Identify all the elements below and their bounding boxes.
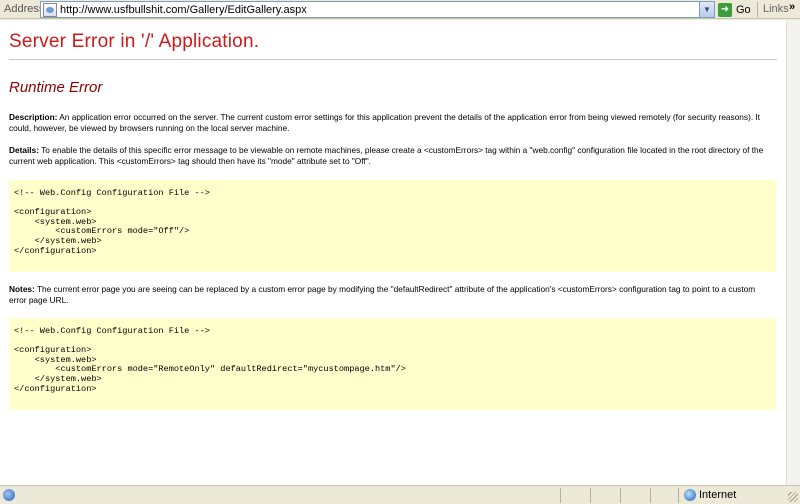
chevron-icon[interactable]: »: [789, 1, 795, 13]
go-label: Go: [736, 3, 751, 16]
toolbar-divider: [757, 2, 758, 17]
notes-paragraph: Notes: The current error page you are se…: [9, 284, 771, 306]
description-label: Description:: [9, 112, 58, 122]
address-label: Address: [4, 3, 45, 15]
go-arrow-icon: ➜: [718, 2, 732, 17]
status-divider: [650, 488, 651, 503]
page-icon: [43, 2, 57, 17]
internet-globe-icon: [684, 489, 696, 501]
status-divider: [678, 488, 679, 503]
page-content: Server Error in '/' Application. Runtime…: [0, 20, 786, 485]
description-text: An application error occurred on the ser…: [9, 112, 761, 133]
vertical-scrollbar[interactable]: [786, 20, 800, 485]
address-bar: Address http://www.usfbullshit.com/Galle…: [0, 0, 800, 19]
description-paragraph: Description: An application error occurr…: [9, 112, 771, 134]
status-divider: [590, 488, 591, 503]
address-input[interactable]: http://www.usfbullshit.com/Gallery/EditG…: [40, 1, 715, 18]
address-url[interactable]: http://www.usfbullshit.com/Gallery/EditG…: [60, 4, 307, 16]
page-subtitle: Runtime Error: [9, 79, 103, 96]
page-title: Server Error in '/' Application.: [9, 31, 260, 52]
page-status-icon: [3, 489, 15, 501]
go-button[interactable]: ➜ Go: [718, 1, 751, 18]
status-divider: [560, 488, 561, 503]
details-label: Details:: [9, 145, 39, 155]
status-divider: [620, 488, 621, 503]
details-paragraph: Details: To enable the details of this s…: [9, 145, 771, 167]
links-button[interactable]: Links: [763, 3, 789, 15]
resize-grip-icon[interactable]: [788, 492, 798, 502]
config-code-block-remoteonly: <!-- Web.Config Configuration File --> <…: [9, 318, 776, 410]
address-dropdown-button[interactable]: ▼: [699, 2, 714, 17]
status-bar: Internet: [0, 485, 800, 504]
details-text: To enable the details of this specific e…: [9, 145, 764, 166]
security-zone-label: Internet: [699, 489, 737, 501]
notes-label: Notes:: [9, 284, 35, 294]
notes-text: The current error page you are seeing ca…: [9, 284, 756, 305]
config-code-block-off: <!-- Web.Config Configuration File --> <…: [9, 180, 776, 272]
title-divider: [9, 59, 777, 60]
